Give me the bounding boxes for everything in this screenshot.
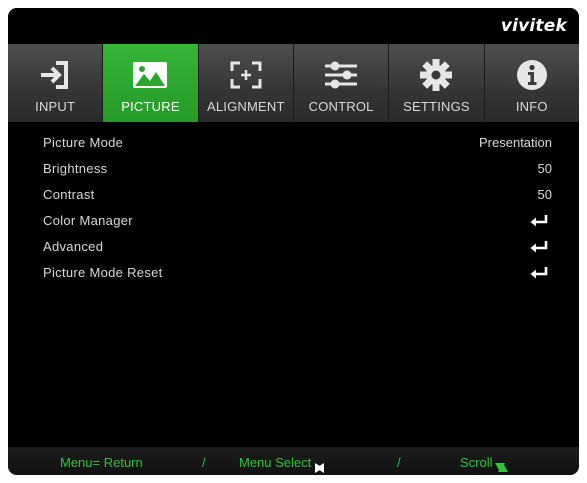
input-arrow-icon <box>8 58 102 92</box>
control-sliders-icon <box>294 58 388 92</box>
tab-input[interactable]: INPUT <box>8 44 104 122</box>
enter-arrow-icon <box>530 241 548 253</box>
vivitek-logo: vivitek <box>500 16 567 36</box>
enter-arrow-icon <box>530 267 548 279</box>
tab-label: INFO <box>515 99 548 114</box>
arrow-right-icon <box>315 463 324 473</box>
menu-item-color-manager[interactable]: Color Manager <box>8 208 579 234</box>
menu-item-label: Advanced <box>43 239 104 254</box>
menu-return-hint: Menu= Return <box>60 455 143 470</box>
enter-arrow-icon <box>530 215 548 227</box>
menu-select-hint: Menu Select <box>239 455 325 473</box>
alignment-corners-icon <box>199 58 293 92</box>
menu-item-contrast[interactable]: Contrast 50 <box>8 182 579 208</box>
arrow-down-icon <box>494 463 505 472</box>
menu-item-label: Picture Mode <box>43 135 124 150</box>
menu-item-label: Brightness <box>43 161 108 176</box>
menu-item-value: Presentation <box>479 135 552 150</box>
tab-info[interactable]: INFO <box>484 44 579 122</box>
menu-item-advanced[interactable]: Advanced <box>8 234 579 260</box>
tab-picture[interactable]: PICTURE <box>103 44 199 122</box>
menu-item-label: Picture Mode Reset <box>43 265 163 280</box>
menu-item-brightness[interactable]: Brightness 50 <box>8 156 579 182</box>
tab-control[interactable]: CONTROL <box>293 44 390 122</box>
footer-hint-bar: Menu= Return / Menu Select / Scroll <box>8 447 579 475</box>
tab-label: CONTROL <box>308 99 374 114</box>
info-icon <box>485 58 579 92</box>
tab-label: PICTURE <box>121 99 180 114</box>
menu-item-label: Contrast <box>43 187 95 202</box>
tab-settings[interactable]: SETTINGS <box>389 44 485 122</box>
menu-tabs: INPUT PICTURE ALIGNMENT CONTROL SETTINGS… <box>8 44 579 122</box>
scroll-label: Scroll <box>460 455 493 470</box>
menu-item-value: 50 <box>537 187 552 202</box>
menu-select-label: Menu Select <box>239 455 312 470</box>
menu-item-value: 50 <box>537 161 552 176</box>
tab-alignment[interactable]: ALIGNMENT <box>198 44 294 122</box>
menu-item-picture-mode[interactable]: Picture Mode Presentation <box>8 130 579 156</box>
picture-menu-list: Picture Mode Presentation Brightness 50 … <box>8 122 579 436</box>
menu-item-picture-mode-reset[interactable]: Picture Mode Reset <box>8 260 579 286</box>
separator: / <box>397 455 401 470</box>
gear-icon <box>389 58 483 92</box>
menu-item-label: Color Manager <box>43 213 133 228</box>
brand-bar: vivitek <box>8 8 579 44</box>
tab-label: INPUT <box>35 99 76 114</box>
separator: / <box>202 455 206 470</box>
projector-osd-menu: vivitek INPUT PICTURE ALIGNMENT CONTROL … <box>8 8 579 475</box>
scroll-hint: Scroll <box>460 455 508 472</box>
tab-label: SETTINGS <box>403 99 470 114</box>
picture-landscape-icon <box>103 58 197 92</box>
tab-label: ALIGNMENT <box>206 99 285 114</box>
